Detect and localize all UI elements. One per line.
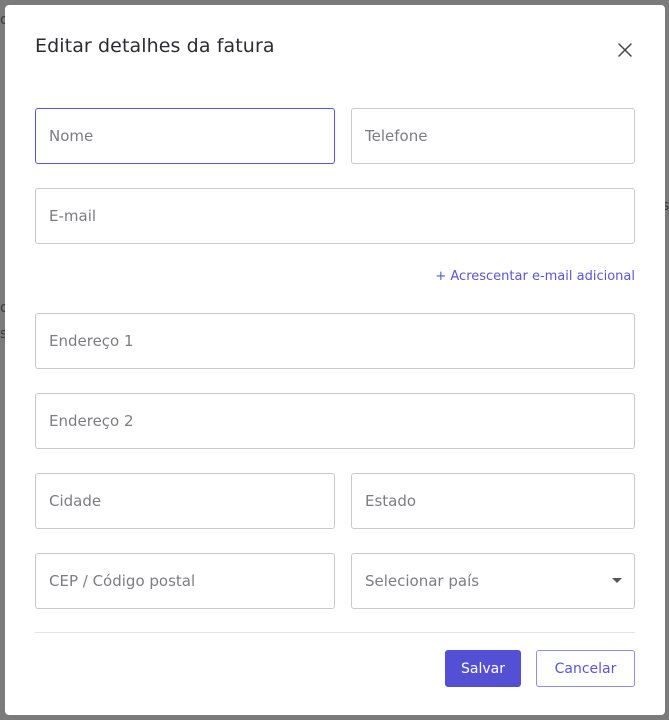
city-field[interactable] — [35, 473, 335, 529]
state-field[interactable] — [351, 473, 635, 529]
state-input[interactable] — [365, 474, 634, 528]
address2-input[interactable] — [49, 394, 634, 448]
country-select-value: Selecionar país — [365, 572, 480, 590]
name-field[interactable] — [35, 108, 335, 164]
phone-input[interactable] — [365, 109, 634, 163]
address1-input[interactable] — [49, 314, 634, 368]
city-input[interactable] — [49, 474, 334, 528]
address2-field[interactable] — [35, 393, 635, 449]
postal-code-input[interactable] — [49, 554, 334, 608]
email-field[interactable] — [35, 188, 635, 244]
postal-code-field[interactable] — [35, 553, 335, 609]
close-button[interactable] — [613, 38, 637, 62]
footer-divider — [35, 632, 635, 633]
country-select[interactable]: Selecionar país — [351, 553, 635, 609]
phone-field[interactable] — [351, 108, 635, 164]
add-email-link[interactable]: + Acrescentar e-mail adicional — [435, 269, 635, 284]
caret-down-icon — [612, 578, 622, 583]
save-button[interactable]: Salvar — [445, 650, 521, 687]
modal-title: Editar detalhes da fatura — [35, 35, 275, 57]
close-icon — [618, 43, 632, 57]
cancel-button[interactable]: Cancelar — [536, 650, 635, 687]
address1-field[interactable] — [35, 313, 635, 369]
name-input[interactable] — [49, 109, 334, 163]
edit-invoice-details-modal: Editar detalhes da fatura + Acrescentar … — [5, 5, 665, 715]
email-input[interactable] — [49, 189, 634, 243]
